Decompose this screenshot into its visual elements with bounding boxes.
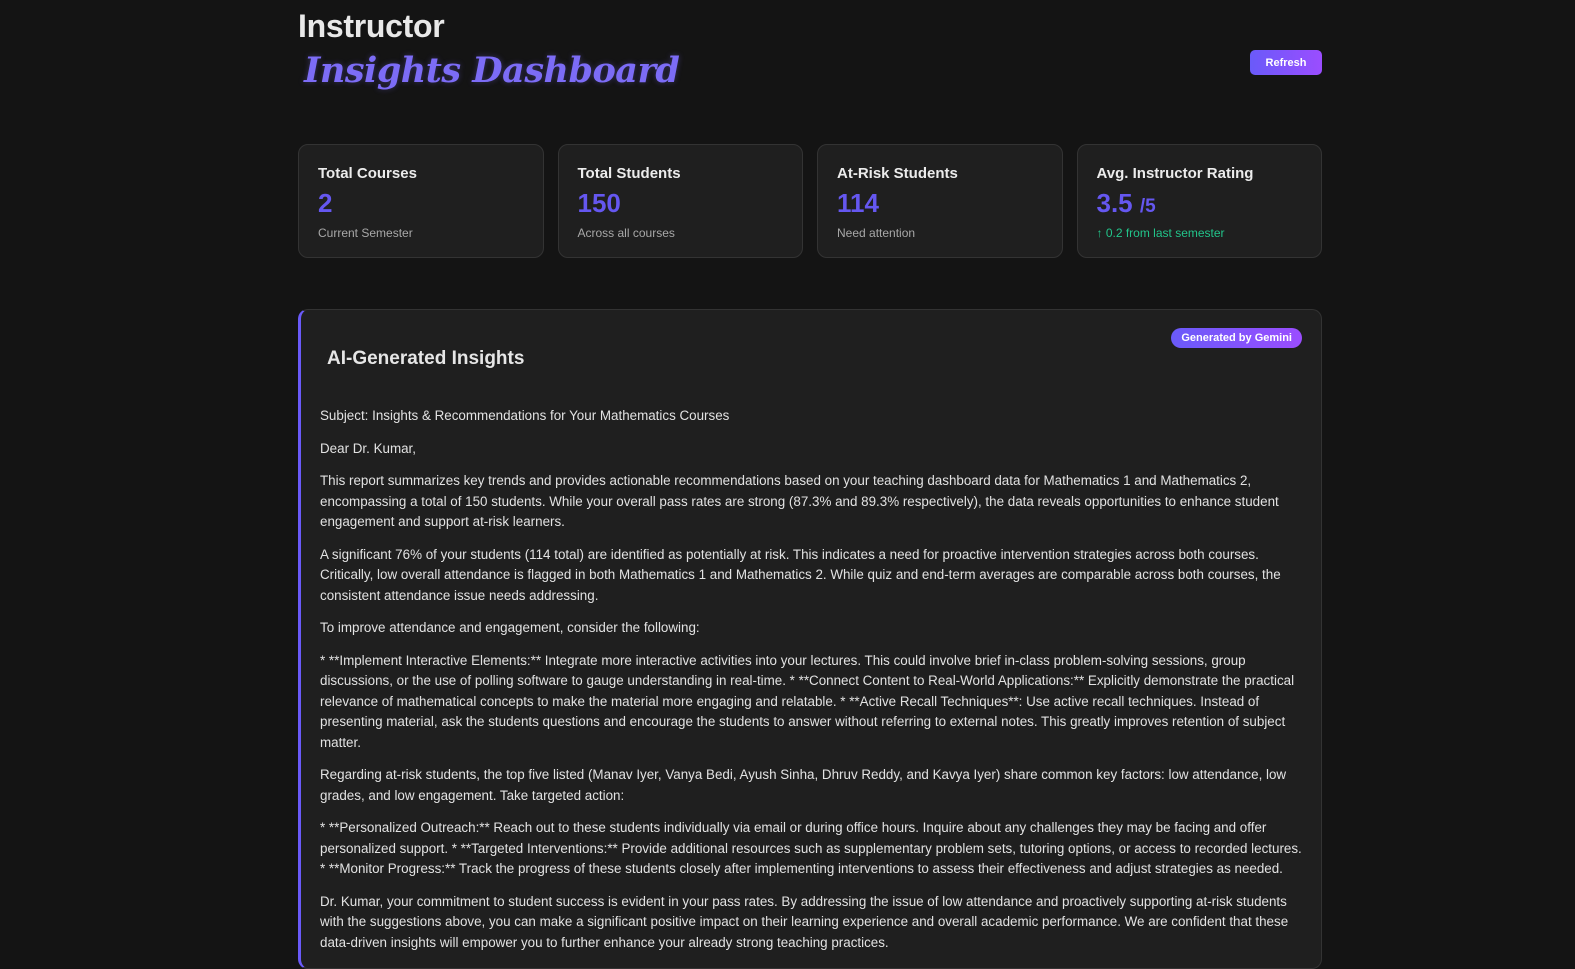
stat-card-at-risk-students: At-Risk Students 114 Need attention — [817, 144, 1063, 258]
insights-title: AI-Generated Insights — [327, 348, 525, 369]
insights-paragraph: * **Personalized Outreach:** Reach out t… — [320, 820, 1302, 876]
stats-row: Total Courses 2 Current Semester Total S… — [298, 144, 1322, 258]
stat-value: 114 — [837, 190, 1043, 216]
dashboard: Instructor Insights Dashboard Refresh To… — [298, 0, 1322, 969]
stat-value: 150 — [578, 190, 784, 216]
stat-card-total-courses: Total Courses 2 Current Semester — [298, 144, 544, 258]
stat-value: 2 — [318, 190, 524, 216]
insights-paragraph: Subject: Insights & Recommendations for … — [320, 408, 730, 423]
stat-card-instructor-rating: Avg. Instructor Rating 3.5 /5 ↑ 0.2 from… — [1076, 144, 1322, 258]
page-title: Instructor — [298, 8, 445, 44]
header: Instructor Insights Dashboard Refresh — [298, 0, 1322, 130]
stat-label: Total Courses — [318, 165, 417, 182]
stat-number: 3.5 — [1096, 188, 1133, 218]
stat-value: 3.5 /5 — [1097, 190, 1303, 216]
stat-subtext: Current Semester — [318, 226, 413, 240]
page-subtitle: Insights Dashboard — [304, 50, 680, 91]
refresh-button[interactable]: Refresh — [1250, 50, 1322, 75]
insights-paragraph: * **Implement Interactive Elements:** In… — [320, 652, 1295, 750]
stat-number: 2 — [318, 188, 333, 218]
stat-number: 114 — [837, 188, 879, 218]
stat-label: Total Students — [577, 165, 681, 182]
stat-subtext-trend: ↑ 0.2 from last semester — [1096, 226, 1225, 240]
insights-paragraph: A significant 76% of your students (114 … — [320, 546, 1281, 603]
stat-label: At-Risk Students — [837, 165, 958, 182]
stat-label: Avg. Instructor Rating — [1096, 165, 1254, 182]
insights-panel: AI-Generated Insights Generated by Gemin… — [298, 309, 1322, 969]
insights-paragraph: Regarding at-risk students, the top five… — [320, 767, 1287, 803]
generated-by-badge: Generated by Gemini — [1171, 328, 1302, 348]
stat-card-total-students: Total Students 150 Across all courses — [557, 144, 803, 258]
stat-suffix: /5 — [1139, 196, 1156, 217]
stat-subtext: Across all courses — [577, 226, 675, 240]
insights-paragraph: This report summarizes key trends and pr… — [320, 473, 1279, 529]
insights-paragraph: To improve attendance and engagement, co… — [320, 620, 700, 635]
insights-paragraph: Dear Dr. Kumar, — [320, 440, 416, 456]
stat-number: 150 — [577, 188, 621, 218]
insights-paragraph: Dr. Kumar, your commitment to student su… — [320, 893, 1289, 950]
insights-body: Subject: Insights & Recommendations for … — [320, 406, 1304, 965]
stat-subtext: Need attention — [837, 226, 916, 240]
